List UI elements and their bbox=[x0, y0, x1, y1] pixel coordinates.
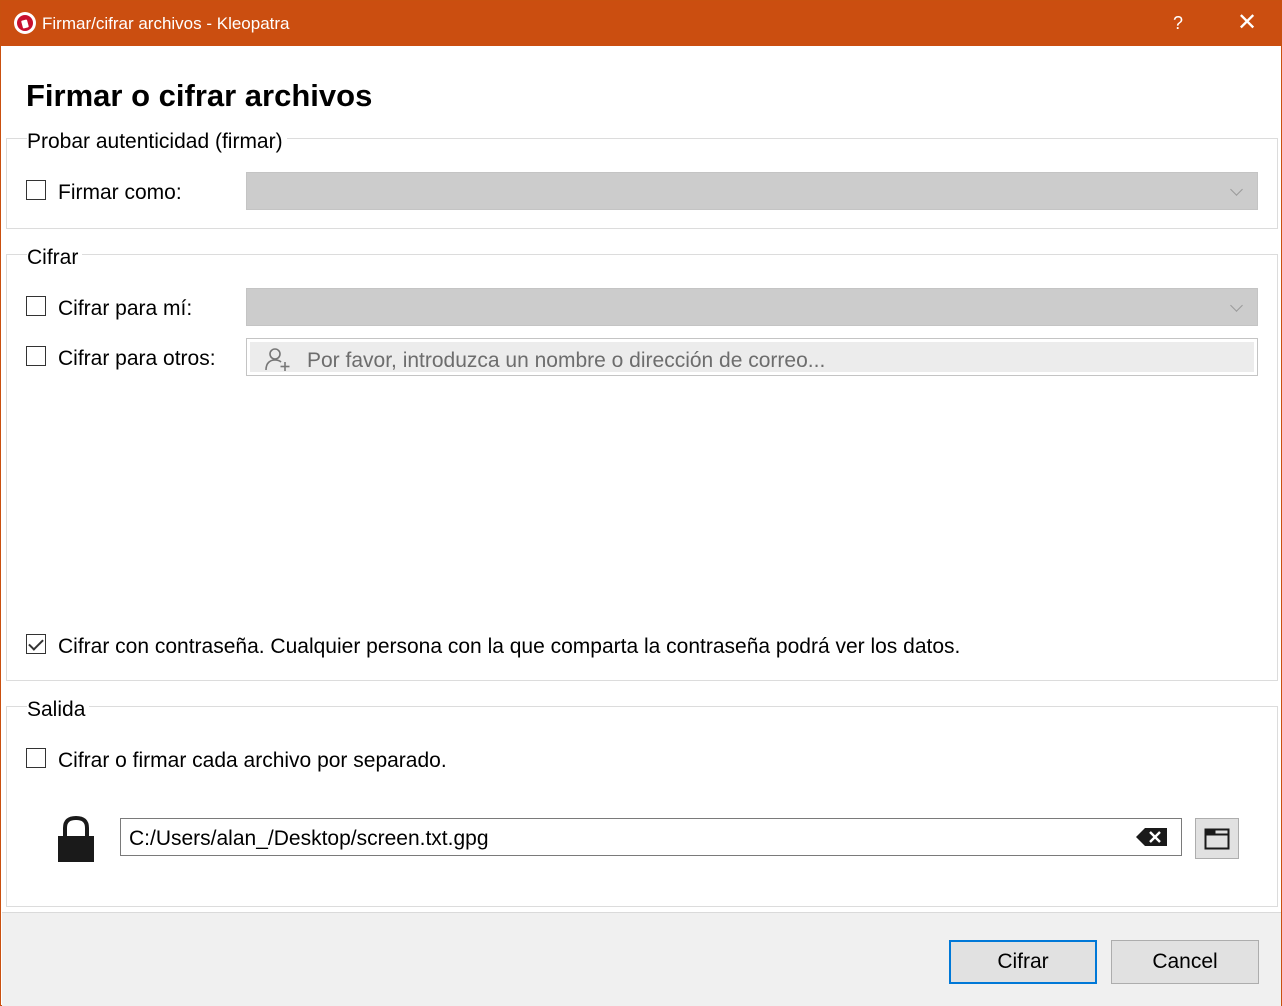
folder-icon bbox=[1204, 828, 1230, 850]
backspace-icon[interactable] bbox=[1135, 827, 1169, 847]
encrypt-for-me-checkbox[interactable] bbox=[26, 296, 46, 316]
lock-icon bbox=[58, 815, 94, 862]
sign-as-combobox[interactable] bbox=[246, 172, 1258, 210]
output-group-title: Salida bbox=[27, 698, 90, 722]
output-path-input[interactable]: C:/Users/alan_/Desktop/screen.txt.gpg bbox=[120, 818, 1182, 856]
close-button[interactable]: ✕ bbox=[1229, 7, 1265, 39]
sign-as-label[interactable]: Firmar como: bbox=[58, 181, 182, 205]
page-title: Firmar o cifrar archivos bbox=[26, 78, 373, 113]
button-bar: Cifrar Cancel bbox=[2, 912, 1281, 1006]
recipient-placeholder: Por favor, introduzca un nombre o direcc… bbox=[307, 349, 826, 372]
sign-group-title: Probar autenticidad (firmar) bbox=[27, 130, 287, 154]
sign-as-checkbox[interactable] bbox=[26, 180, 46, 200]
cancel-button[interactable]: Cancel bbox=[1111, 940, 1259, 984]
separate-files-checkbox[interactable] bbox=[26, 748, 46, 768]
recipient-input[interactable]: Por favor, introduzca un nombre o direcc… bbox=[246, 338, 1258, 376]
chevron-down-icon bbox=[1230, 183, 1243, 196]
browse-button[interactable] bbox=[1195, 818, 1239, 859]
encrypt-for-others-checkbox[interactable] bbox=[26, 346, 46, 366]
add-person-icon[interactable] bbox=[264, 346, 292, 372]
chevron-down-icon bbox=[1230, 299, 1243, 312]
help-button[interactable]: ? bbox=[1161, 7, 1195, 39]
window-title: Firmar/cifrar archivos - Kleopatra bbox=[42, 14, 290, 33]
encrypt-with-password-checkbox[interactable] bbox=[26, 634, 46, 654]
kleopatra-logo-icon bbox=[14, 12, 36, 34]
encrypt-group-title: Cifrar bbox=[27, 246, 83, 270]
title-bar: Firmar/cifrar archivos - Kleopatra ? ✕ bbox=[1, 1, 1281, 46]
encrypt-for-me-label[interactable]: Cifrar para mí: bbox=[58, 297, 192, 321]
encrypt-for-others-label[interactable]: Cifrar para otros: bbox=[58, 347, 216, 371]
recipient-input-inner[interactable]: Por favor, introduzca un nombre o direcc… bbox=[250, 342, 1254, 372]
separate-files-label[interactable]: Cifrar o firmar cada archivo por separad… bbox=[58, 749, 447, 773]
encrypt-button[interactable]: Cifrar bbox=[949, 940, 1097, 984]
encrypt-with-password-label[interactable]: Cifrar con contraseña. Cualquier persona… bbox=[58, 635, 960, 659]
dialog-window: Firmar/cifrar archivos - Kleopatra ? ✕ F… bbox=[0, 0, 1282, 1006]
output-group bbox=[6, 706, 1278, 907]
encrypt-for-me-combobox[interactable] bbox=[246, 288, 1258, 326]
output-path-value[interactable]: C:/Users/alan_/Desktop/screen.txt.gpg bbox=[129, 827, 489, 851]
